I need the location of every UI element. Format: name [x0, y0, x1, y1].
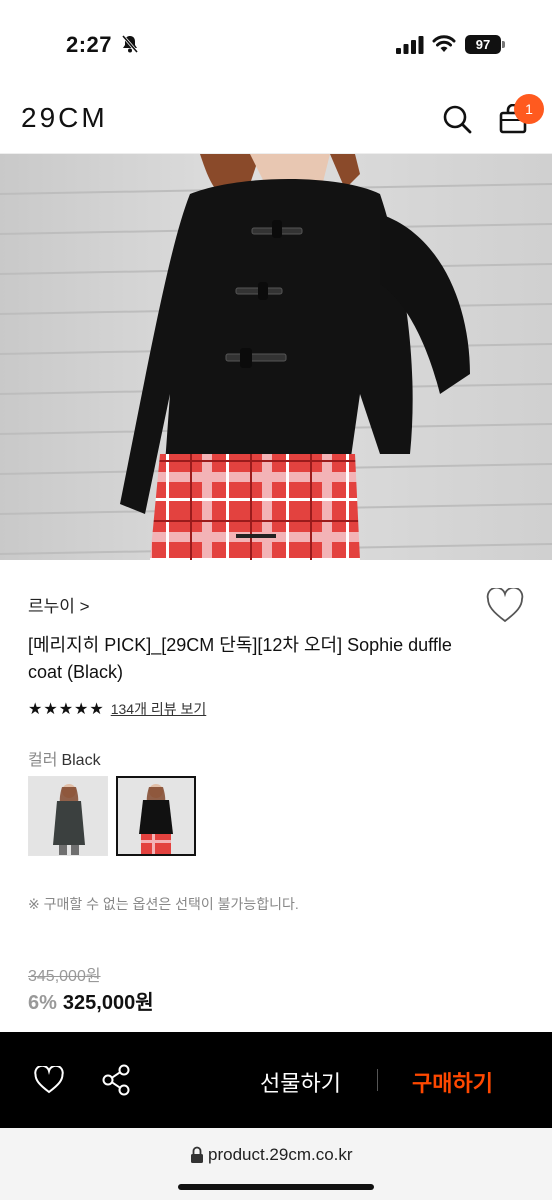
signal-icon	[396, 36, 424, 54]
home-indicator[interactable]	[178, 1184, 374, 1190]
gift-button[interactable]: 선물하기	[260, 1066, 341, 1098]
lock-icon	[191, 1146, 203, 1163]
price-row: 6% 325,000원	[28, 986, 154, 1015]
search-icon[interactable]	[442, 104, 472, 134]
wifi-icon	[432, 35, 456, 52]
battery-tip	[502, 41, 505, 48]
url-text[interactable]: product.29cm.co.kr	[208, 1145, 353, 1165]
product-title: [메리지히 PICK]_[29CM 단독][12차 오더] Sophie duf…	[28, 635, 452, 682]
color-swatch-charcoal[interactable]	[28, 776, 108, 856]
rating-stars: ★★★★★	[28, 701, 105, 718]
original-price: 345,000원	[28, 968, 101, 985]
sale-price: 325,000원	[62, 992, 154, 1014]
status-time: 2:27	[66, 32, 113, 57]
color-swatch-black-selected[interactable]	[116, 776, 196, 856]
share-icon[interactable]	[101, 1064, 131, 1096]
swatch-photo-charcoal	[29, 777, 107, 855]
action-divider	[377, 1069, 378, 1091]
bell-off-icon	[121, 35, 139, 53]
color-option-label: 컬러 Black	[28, 746, 101, 770]
buy-button[interactable]: 구매하기	[412, 1066, 493, 1098]
review-link[interactable]: 134개 리뷰 보기	[111, 699, 207, 719]
site-logo[interactable]: 29CM	[21, 102, 108, 134]
status-bar: 2:27 97	[0, 0, 552, 88]
site-header: 29CM 1	[0, 88, 552, 154]
option-notice: ※ 구매할 수 없는 옵션은 선택이 불가능합니다.	[28, 896, 299, 912]
rating-row: ★★★★★ 134개 리뷰 보기	[28, 698, 206, 720]
color-label-prefix: 컬러	[28, 752, 58, 769]
swatch-photo-black	[118, 778, 194, 854]
product-photo	[0, 154, 552, 560]
discount-rate: 6%	[28, 992, 57, 1014]
heart-icon[interactable]	[34, 1066, 64, 1094]
battery-indicator: 97	[465, 35, 501, 54]
browser-url-bar[interactable]: product.29cm.co.kr	[0, 1128, 552, 1200]
product-main-image[interactable]	[0, 154, 552, 560]
color-label-value: Black	[61, 752, 101, 769]
brand-link[interactable]: 르누이 >	[28, 592, 90, 617]
cart-count-badge: 1	[514, 94, 544, 124]
heart-icon[interactable]	[486, 588, 524, 624]
bottom-action-bar: 선물하기 구매하기	[0, 1032, 552, 1128]
